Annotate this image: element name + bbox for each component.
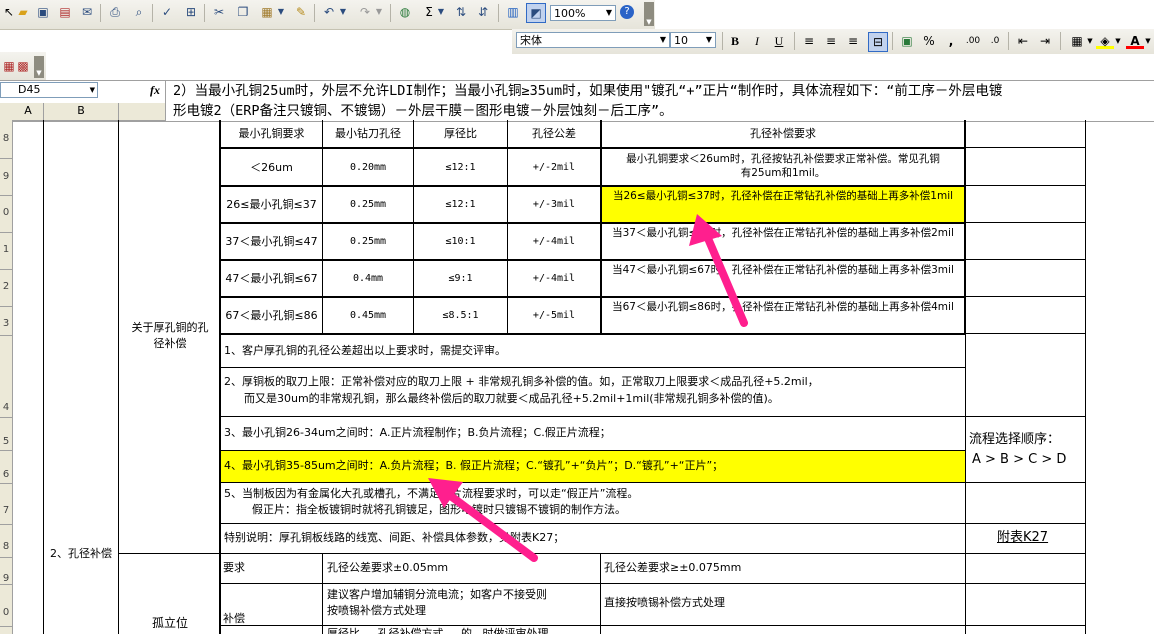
annotation-arrows: [428, 214, 748, 562]
arrow-2: [428, 478, 538, 562]
arrow-1: [689, 214, 748, 327]
